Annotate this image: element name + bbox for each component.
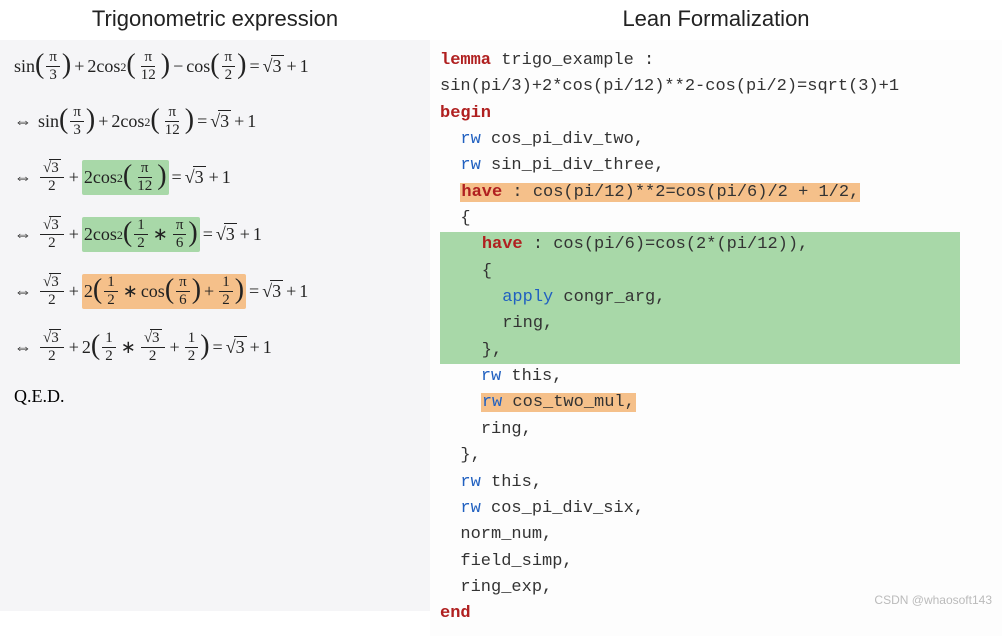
watermark: CSDN @whaosoft143 [874,593,992,607]
math-line-5: ⇔ 32 + 2 ( 12 ∗ cos ( π6 ) + 12 ) = 3 + … [14,274,416,309]
code-line-20: field_simp, [440,549,992,575]
code-line-14: rw cos_two_mul, [440,390,992,416]
code-line-3: begin [440,101,992,127]
code-line-9: { [440,259,960,285]
code-line-7: { [440,206,992,232]
code-highlight-orange-1: have : cos(pi/12)**2=cos(pi/6)/2 + 1/2, [460,183,860,202]
code-line-1: lemma trigo_example : [440,48,992,74]
code-line-5: rw sin_pi_div_three, [440,153,992,179]
code-highlight-orange-2: rw cos_two_mul, [481,393,636,412]
math-panel: sin ( π3 ) + 2 cos2 ( π12 ) − cos ( π2 )… [0,40,430,611]
code-line-8: have : cos(pi/6)=cos(2*(pi/12)), [440,232,960,258]
math-line-3: ⇔ 32 + 2 cos2 ( π12 ) = 3 + 1 [14,160,416,195]
highlight-green-1: 2 cos2 ( π12 ) [82,160,169,195]
code-panel: lemma trigo_example : sin(pi/3)+2*cos(pi… [430,40,1002,636]
heading-left: Trigonometric expression [0,0,430,40]
math-line-4: ⇔ 32 + 2 cos2 ( 12 ∗ π6 ) = 3 + 1 [14,217,416,252]
math-line-6: ⇔ 32 + 2 ( 12 ∗ 32 + 12 ) = 3 + 1 [14,331,416,364]
heading-right: Lean Formalization [430,0,1002,40]
code-line-17: rw this, [440,470,992,496]
left-column: Trigonometric expression sin ( π3 ) + 2 … [0,0,430,611]
code-line-11: ring, [440,311,960,337]
sin-text: sin [14,56,35,77]
right-column: Lean Formalization lemma trigo_example :… [430,0,1002,611]
code-line-6: have : cos(pi/12)**2=cos(pi/6)/2 + 1/2, [440,180,992,206]
code-line-18: rw cos_pi_div_six, [440,496,992,522]
code-line-15: ring, [440,417,992,443]
highlight-orange-1: 2 ( 12 ∗ cos ( π6 ) + 12 ) [82,274,246,309]
code-line-10: apply congr_arg, [440,285,960,311]
math-line-1: sin ( π3 ) + 2 cos2 ( π12 ) − cos ( π2 )… [14,50,416,83]
highlight-green-2: 2 cos2 ( 12 ∗ π6 ) [82,217,200,252]
math-line-2: ⇔ sin ( π3 ) + 2 cos2 ( π12 ) = 3 + 1 [14,105,416,138]
qed-text: Q.E.D. [14,386,416,407]
code-line-19: norm_num, [440,522,992,548]
code-line-16: }, [440,443,992,469]
code-line-4: rw cos_pi_div_two, [440,127,992,153]
code-line-12: }, [440,338,960,364]
code-line-13: rw this, [440,364,992,390]
code-line-2: sin(pi/3)+2*cos(pi/12)**2-cos(pi/2)=sqrt… [440,74,992,100]
